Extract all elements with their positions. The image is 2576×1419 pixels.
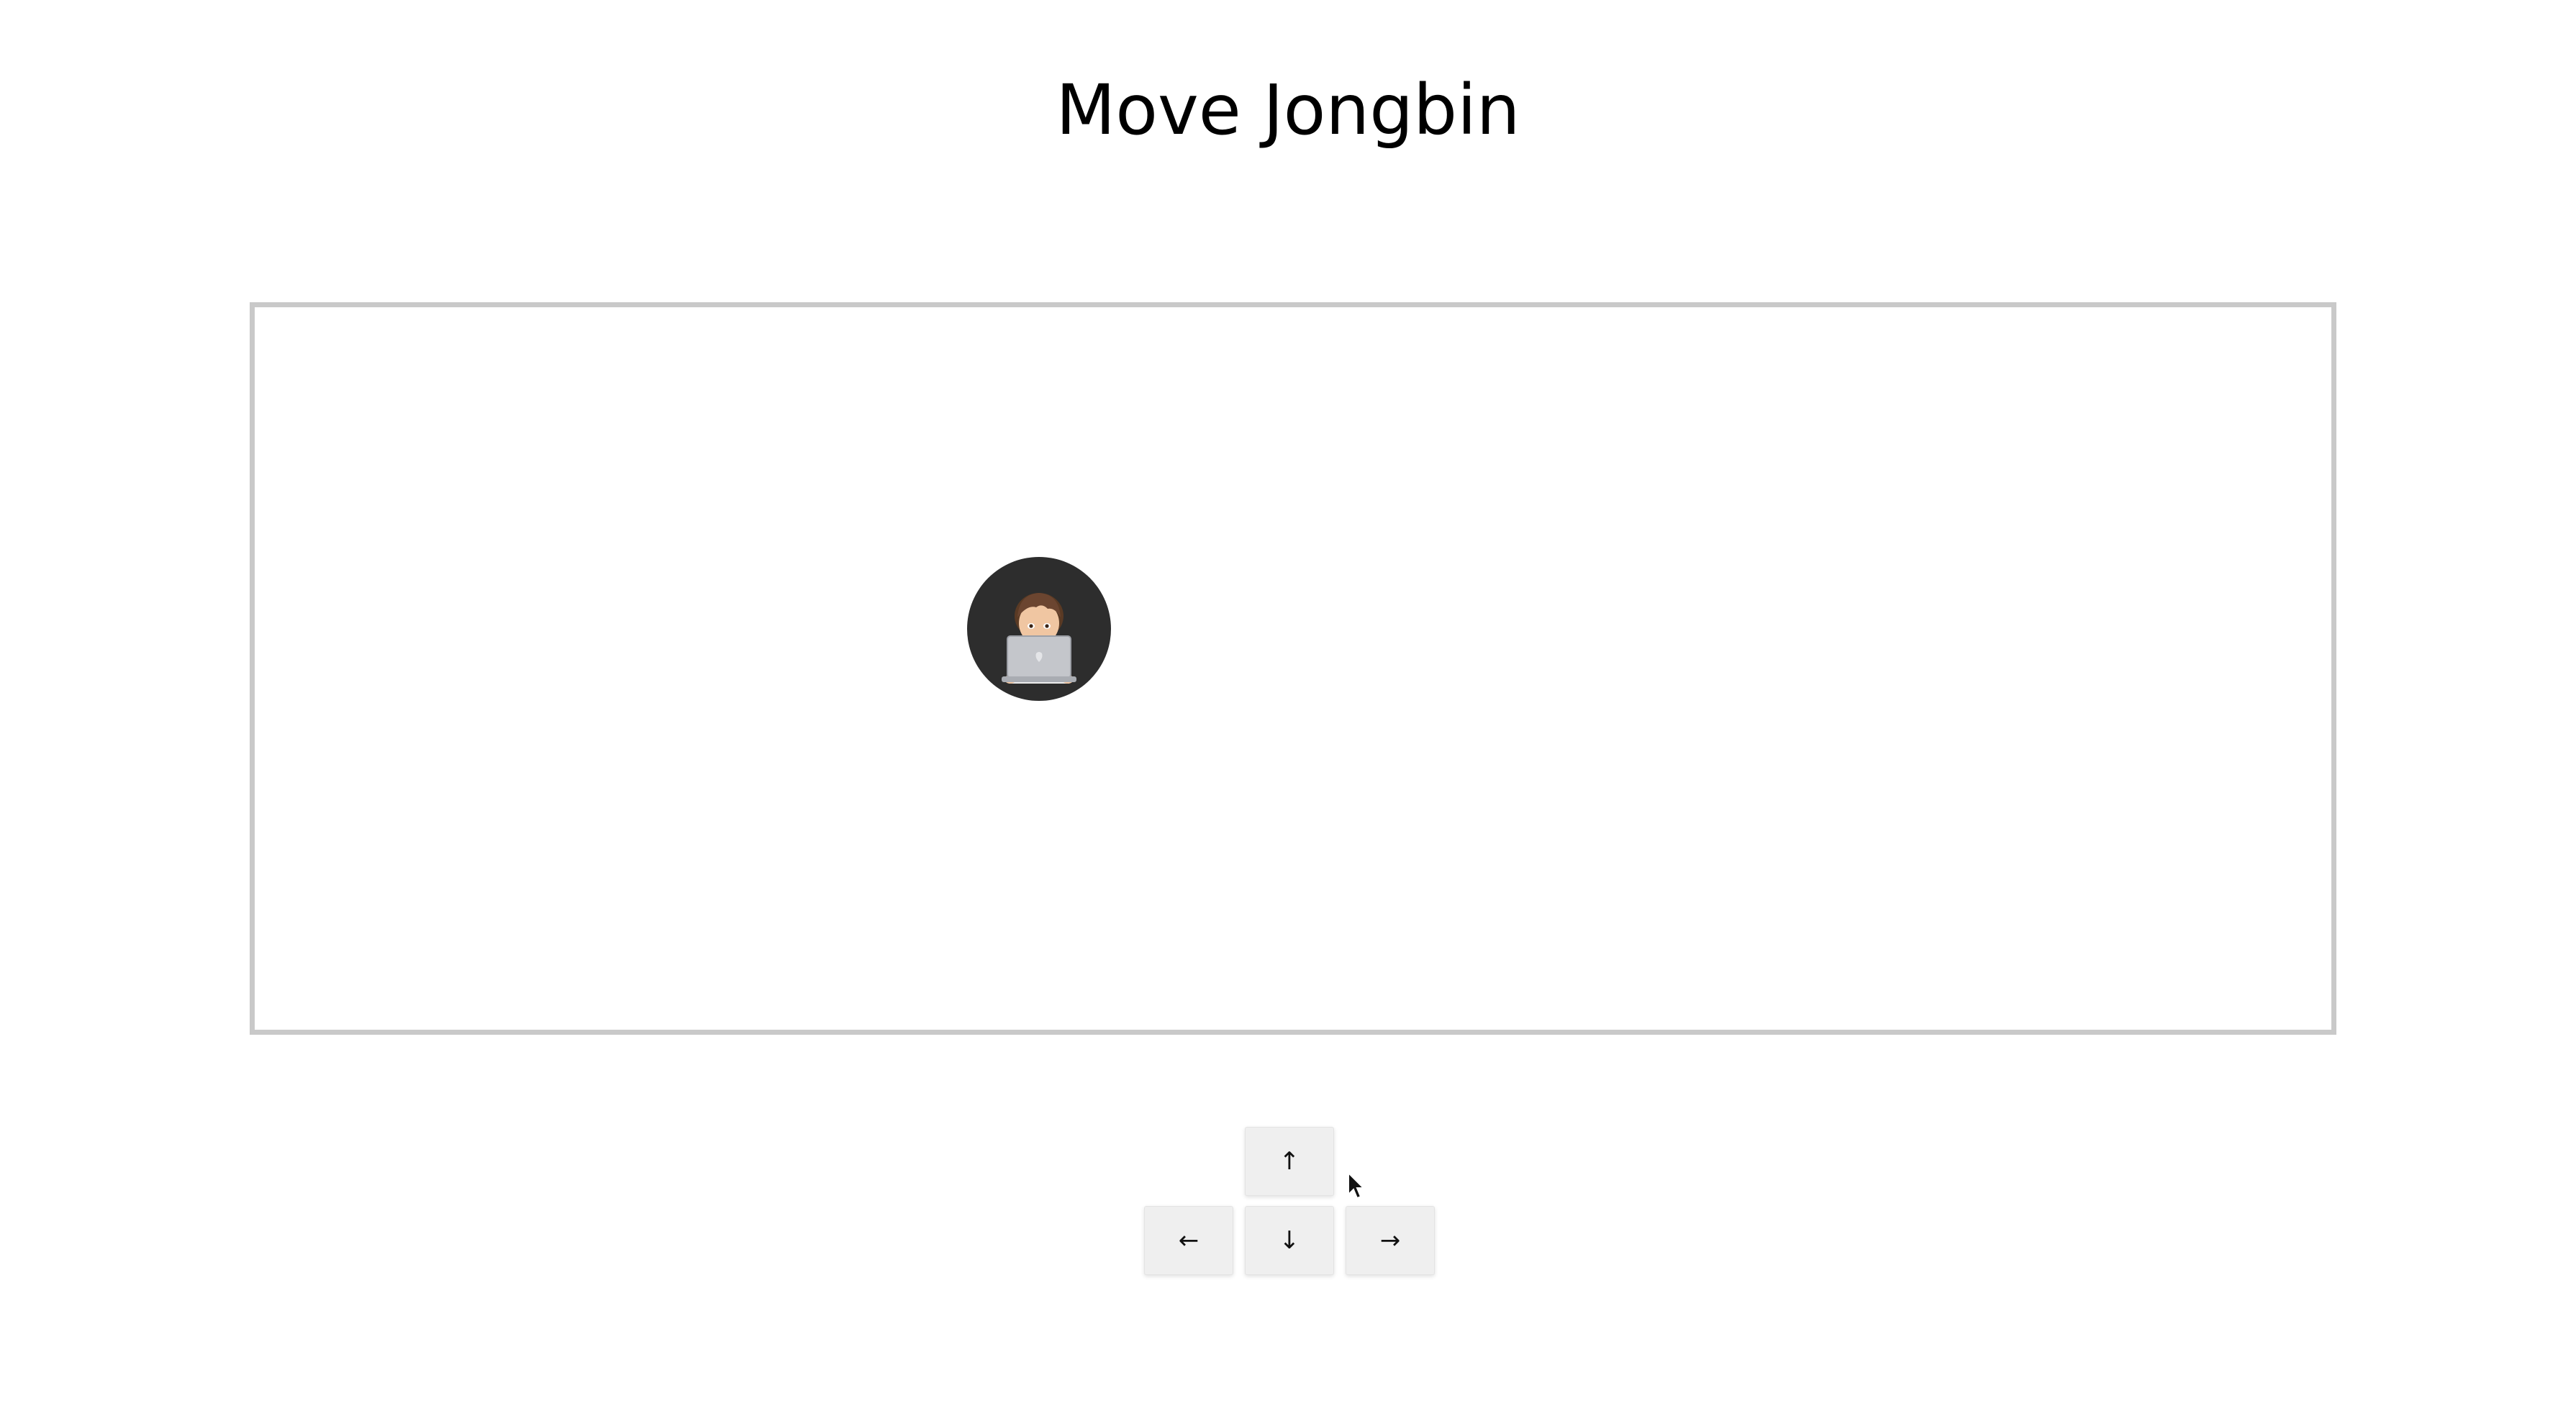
mouse-cursor-icon bbox=[1348, 1171, 1366, 1200]
jongbin-avatar[interactable] bbox=[967, 557, 1111, 701]
move-down-button[interactable]: ↓ bbox=[1245, 1206, 1334, 1275]
page-title: Move Jongbin bbox=[1056, 70, 1520, 150]
person-with-laptop-icon bbox=[1002, 593, 1076, 684]
move-left-button[interactable]: ← bbox=[1144, 1206, 1233, 1275]
game-arena bbox=[250, 302, 2336, 1035]
move-right-button[interactable]: → bbox=[1346, 1206, 1435, 1275]
move-up-button[interactable]: ↑ bbox=[1245, 1127, 1334, 1196]
page: Move Jongbin ↑ ← ↓ → bbox=[0, 0, 2576, 1419]
